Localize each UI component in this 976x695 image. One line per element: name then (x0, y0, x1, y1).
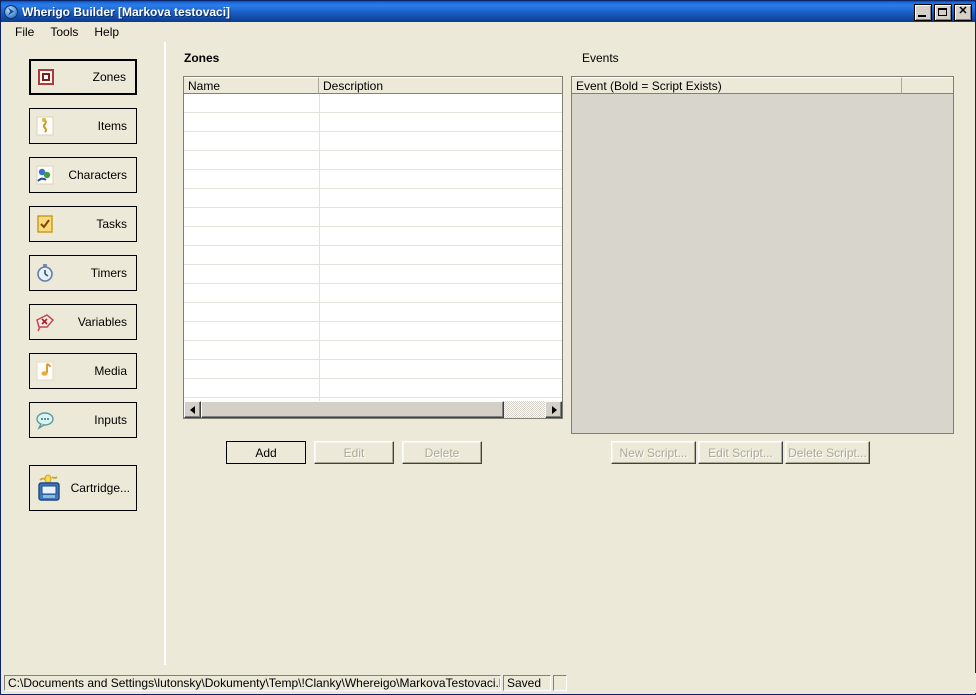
zone-square-icon (35, 66, 57, 88)
sidebar-item-label: Cartridge... (70, 481, 130, 495)
new-script-button[interactable]: New Script... (611, 441, 696, 464)
table-row[interactable] (184, 360, 562, 379)
table-row[interactable] (184, 208, 562, 227)
sidebar-item-label: Items (97, 119, 127, 133)
timer-clock-icon (34, 262, 56, 284)
status-file-path: C:\Documents and Settings\lutonsky\Dokum… (4, 675, 501, 691)
sidebar-item-media[interactable]: Media (29, 353, 137, 389)
variables-tag-icon (34, 311, 56, 333)
zones-list-header: Name Description (184, 77, 562, 94)
zones-column-name[interactable]: Name (184, 77, 319, 94)
table-row[interactable] (184, 94, 562, 113)
scroll-right-arrow-icon[interactable] (545, 401, 562, 418)
sidebar-item-label: Characters (68, 168, 127, 182)
cartridge-icon (34, 473, 64, 503)
delete-button[interactable]: Delete (402, 441, 482, 464)
status-badge: Saved (503, 675, 551, 691)
input-bubble-icon (34, 409, 56, 431)
edit-script-button[interactable]: Edit Script... (698, 441, 783, 464)
menu-item-help[interactable]: Help (86, 23, 127, 41)
table-row[interactable] (184, 265, 562, 284)
table-row[interactable] (184, 170, 562, 189)
scrollbar-thumb[interactable] (201, 401, 504, 418)
sidebar-item-zones[interactable]: Zones (29, 59, 137, 95)
title-bar: Wherigo Builder [Markova testovaci] ✕ (1, 1, 975, 22)
sidebar-item-label: Zones (92, 70, 126, 84)
sidebar-item-tasks[interactable]: Tasks (29, 206, 137, 242)
window-title: Wherigo Builder [Markova testovaci] (22, 4, 231, 19)
table-row[interactable] (184, 303, 562, 322)
application-window: Wherigo Builder [Markova testovaci] ✕ Fi… (0, 0, 976, 695)
item-key-icon (34, 115, 56, 137)
sidebar-item-characters[interactable]: Characters (29, 157, 137, 193)
sidebar-item-inputs[interactable]: Inputs (29, 402, 137, 438)
sidebar-item-variables[interactable]: Variables (29, 304, 137, 340)
sidebar-item-cartridge[interactable]: Cartridge... (29, 465, 137, 511)
media-note-icon (34, 360, 56, 382)
menu-bar: File Tools Help (1, 22, 975, 42)
task-checkbox-icon (34, 213, 56, 235)
sidebar-item-items[interactable]: Items (29, 108, 137, 144)
table-row[interactable] (184, 246, 562, 265)
status-bar: C:\Documents and Settings\lutonsky\Dokum… (2, 673, 976, 693)
events-list-header: Event (Bold = Script Exists) (572, 77, 953, 94)
sidebar-item-timers[interactable]: Timers (29, 255, 137, 291)
minimize-button[interactable] (914, 4, 932, 21)
table-row[interactable] (184, 132, 562, 151)
table-row[interactable] (184, 341, 562, 360)
events-column-blank[interactable] (902, 77, 953, 94)
table-row[interactable] (184, 284, 562, 303)
events-panel-title: Events (582, 51, 619, 65)
table-row[interactable] (184, 113, 562, 132)
wherigo-globe-icon (4, 4, 18, 19)
sidebar: Zones Items Characters Tasks Timers Vari… (2, 42, 166, 665)
status-spacer (553, 675, 567, 691)
sidebar-item-label: Variables (77, 315, 127, 329)
maximize-button[interactable] (934, 4, 952, 21)
delete-script-button[interactable]: Delete Script... (785, 441, 870, 464)
sidebar-item-label: Timers (90, 266, 127, 280)
zones-list-body[interactable] (184, 94, 562, 403)
table-row[interactable] (184, 322, 562, 341)
zones-column-description[interactable]: Description (319, 77, 562, 94)
scrollbar-track[interactable] (201, 401, 545, 418)
table-row[interactable] (184, 379, 562, 398)
edit-button[interactable]: Edit (314, 441, 394, 464)
menu-item-file[interactable]: File (7, 23, 42, 41)
events-list-body[interactable] (572, 94, 953, 433)
menu-item-tools[interactable]: Tools (42, 23, 86, 41)
close-button[interactable]: ✕ (954, 4, 972, 21)
scroll-left-arrow-icon[interactable] (184, 401, 201, 418)
zones-panel-title: Zones (184, 51, 220, 65)
events-column-event[interactable]: Event (Bold = Script Exists) (572, 77, 902, 94)
add-button[interactable]: Add (226, 441, 306, 464)
window-controls: ✕ (914, 4, 972, 21)
characters-icon (34, 164, 56, 186)
sidebar-item-label: Tasks (96, 217, 127, 231)
zones-horizontal-scrollbar[interactable] (184, 401, 562, 418)
events-list[interactable]: Event (Bold = Script Exists) (571, 76, 954, 434)
table-row[interactable] (184, 189, 562, 208)
table-row[interactable] (184, 151, 562, 170)
sidebar-item-label: Inputs (94, 413, 127, 427)
sidebar-item-label: Media (94, 364, 127, 378)
zones-list[interactable]: Name Description (183, 76, 563, 419)
table-row[interactable] (184, 227, 562, 246)
